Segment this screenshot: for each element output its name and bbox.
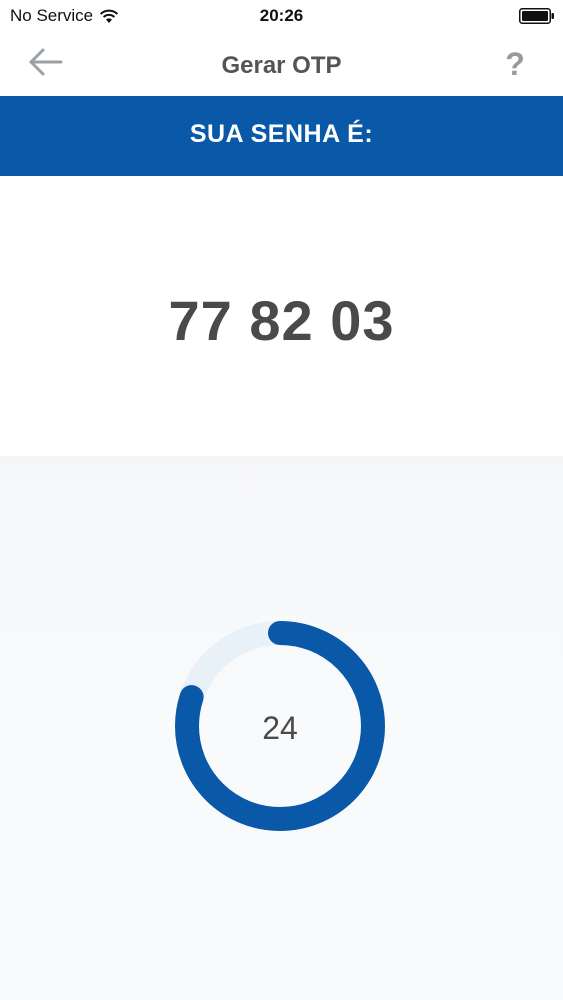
page-title: Gerar OTP (221, 52, 342, 79)
banner-label: SUA SENHA É: (189, 120, 374, 148)
status-bar: No Service 20:26 (0, 0, 563, 32)
otp-panel: 77 82 03 (0, 176, 563, 456)
countdown-seconds: 24 (262, 710, 298, 746)
status-time: 20:26 (259, 6, 304, 25)
otp-code: 77 82 03 (168, 289, 395, 352)
countdown-timer: 24 (170, 616, 390, 836)
timer-panel: 24 (0, 456, 563, 1000)
battery-icon (519, 8, 555, 24)
help-button[interactable]: ? (497, 42, 533, 86)
password-banner: SUA SENHA É: (0, 96, 563, 176)
navigation-bar: Gerar OTP ? (0, 32, 563, 96)
